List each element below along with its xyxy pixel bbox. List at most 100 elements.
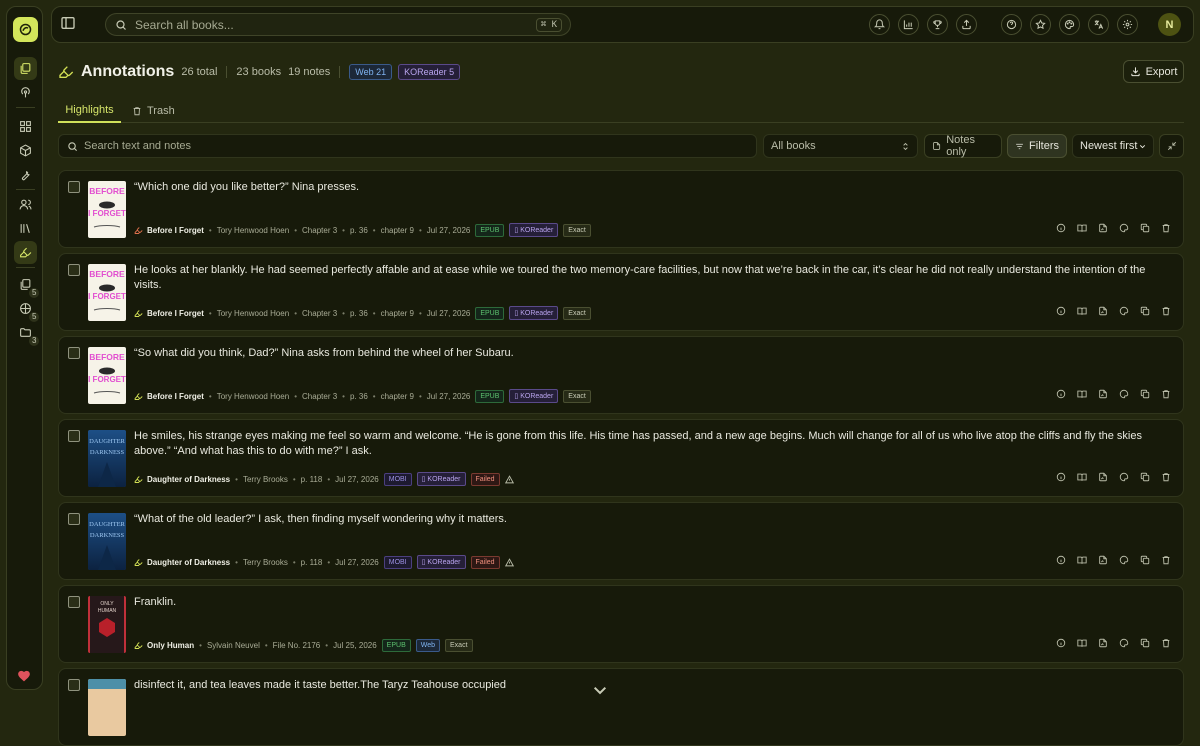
dashboard-icon[interactable] bbox=[14, 115, 37, 138]
export-button[interactable]: Export bbox=[1123, 60, 1184, 83]
books-shelf-icon[interactable] bbox=[14, 217, 37, 240]
wrench-icon[interactable] bbox=[14, 163, 37, 186]
select-checkbox[interactable] bbox=[68, 430, 80, 442]
annotation-card[interactable]: disinfect it, and tea leaves made it tas… bbox=[58, 668, 1184, 746]
palette-icon[interactable] bbox=[1119, 389, 1129, 399]
open-book-icon[interactable] bbox=[1077, 389, 1087, 399]
trash-icon[interactable] bbox=[1161, 306, 1171, 316]
highlighter-icon[interactable] bbox=[14, 241, 37, 264]
info-icon[interactable] bbox=[1056, 638, 1066, 648]
scroll-down-chevron-icon[interactable] bbox=[592, 685, 608, 697]
book-select[interactable]: All books bbox=[763, 134, 918, 158]
select-checkbox[interactable] bbox=[68, 347, 80, 359]
trash-icon[interactable] bbox=[1161, 223, 1171, 233]
highlight-text[interactable]: He smiles, his strange eyes making me fe… bbox=[134, 429, 1174, 459]
star-icon[interactable] bbox=[1030, 14, 1051, 35]
note-icon[interactable] bbox=[1098, 306, 1108, 316]
copy-icon[interactable] bbox=[1140, 638, 1150, 648]
trash-icon[interactable] bbox=[1161, 472, 1171, 482]
sort-select[interactable]: Newest first bbox=[1072, 134, 1154, 158]
select-checkbox[interactable] bbox=[68, 596, 80, 608]
palette-icon[interactable] bbox=[1059, 14, 1080, 35]
translate-icon[interactable] bbox=[1088, 14, 1109, 35]
book-title[interactable]: Daughter of Darkness bbox=[147, 475, 230, 484]
sidebar-toggle-icon[interactable] bbox=[60, 15, 76, 31]
annotation-card[interactable]: DAUGHTER DARKNESS He smiles, his strange… bbox=[58, 419, 1184, 497]
warning-triangle-icon[interactable] bbox=[504, 557, 514, 567]
book-cover[interactable]: BEFORE I FORGET bbox=[88, 181, 126, 238]
box-icon[interactable] bbox=[14, 139, 37, 162]
info-icon[interactable] bbox=[1056, 389, 1066, 399]
book-cover[interactable]: BEFORE I FORGET bbox=[88, 347, 126, 404]
select-checkbox[interactable] bbox=[68, 264, 80, 276]
notes-only-toggle[interactable]: Notes only bbox=[924, 134, 1002, 158]
book-cover[interactable] bbox=[88, 679, 126, 736]
trash-icon[interactable] bbox=[1161, 638, 1171, 648]
book-title[interactable]: Before I Forget bbox=[147, 309, 204, 318]
user-avatar[interactable]: N bbox=[1158, 13, 1181, 36]
select-checkbox[interactable] bbox=[68, 513, 80, 525]
tab-highlights[interactable]: Highlights bbox=[58, 98, 121, 123]
global-search-input[interactable]: Search all books... ⌘ K bbox=[105, 13, 571, 36]
heart-icon[interactable] bbox=[17, 669, 31, 682]
book-title[interactable]: Daughter of Darkness bbox=[147, 558, 230, 567]
palette-icon[interactable] bbox=[1119, 306, 1129, 316]
info-icon[interactable] bbox=[1056, 472, 1066, 482]
note-icon[interactable] bbox=[1098, 638, 1108, 648]
note-icon[interactable] bbox=[1098, 472, 1108, 482]
book-cover[interactable]: DAUGHTER DARKNESS bbox=[88, 513, 126, 570]
tab-trash[interactable]: Trash bbox=[132, 98, 175, 123]
annotation-search-input[interactable]: Search text and notes bbox=[58, 134, 757, 158]
book-cover[interactable]: ONLY HUMAN bbox=[88, 596, 126, 653]
highlight-text[interactable]: He looks at her blankly. He had seemed p… bbox=[134, 263, 1174, 293]
highlight-text[interactable]: “So what did you think, Dad?” Nina asks … bbox=[134, 346, 1174, 361]
open-book-icon[interactable] bbox=[1077, 638, 1087, 648]
notifications-bell-icon[interactable] bbox=[869, 14, 890, 35]
book-title[interactable]: Only Human bbox=[147, 641, 194, 650]
podcast-icon[interactable] bbox=[14, 81, 37, 104]
open-book-icon[interactable] bbox=[1077, 223, 1087, 233]
book-title[interactable]: Before I Forget bbox=[147, 226, 204, 235]
annotation-card[interactable]: ONLY HUMAN Franklin. Only Human • Sylvain N… bbox=[58, 585, 1184, 663]
collapse-button[interactable] bbox=[1159, 134, 1184, 158]
annotation-card[interactable]: BEFORE I FORGET He looks at her blankly.… bbox=[58, 253, 1184, 331]
note-icon[interactable] bbox=[1098, 555, 1108, 565]
highlight-text[interactable]: “Which one did you like better?” Nina pr… bbox=[134, 180, 1174, 195]
open-book-icon[interactable] bbox=[1077, 555, 1087, 565]
copy-icon[interactable] bbox=[1140, 472, 1150, 482]
trash-icon[interactable] bbox=[1161, 389, 1171, 399]
book-title[interactable]: Before I Forget bbox=[147, 392, 204, 401]
users-icon[interactable] bbox=[14, 193, 37, 216]
highlight-text[interactable]: disinfect it, and tea leaves made it tas… bbox=[134, 678, 1174, 693]
book-cover[interactable]: BEFORE I FORGET bbox=[88, 264, 126, 321]
help-icon[interactable] bbox=[1001, 14, 1022, 35]
filters-button[interactable]: Filters bbox=[1007, 134, 1067, 158]
stats-chart-icon[interactable] bbox=[898, 14, 919, 35]
library-stack-icon[interactable] bbox=[14, 57, 37, 80]
info-icon[interactable] bbox=[1056, 223, 1066, 233]
copy-icon[interactable] bbox=[1140, 223, 1150, 233]
copy-icon[interactable] bbox=[1140, 555, 1150, 565]
annotation-card[interactable]: BEFORE I FORGET “Which one did you like … bbox=[58, 170, 1184, 248]
note-icon[interactable] bbox=[1098, 223, 1108, 233]
settings-gear-icon[interactable] bbox=[1117, 14, 1138, 35]
note-icon[interactable] bbox=[1098, 389, 1108, 399]
open-book-icon[interactable] bbox=[1077, 472, 1087, 482]
upload-icon[interactable] bbox=[956, 14, 977, 35]
open-book-icon[interactable] bbox=[1077, 306, 1087, 316]
app-logo[interactable] bbox=[13, 17, 38, 42]
palette-icon[interactable] bbox=[1119, 555, 1129, 565]
warning-triangle-icon[interactable] bbox=[504, 474, 514, 484]
select-checkbox[interactable] bbox=[68, 181, 80, 193]
trash-icon[interactable] bbox=[1161, 555, 1171, 565]
palette-icon[interactable] bbox=[1119, 472, 1129, 482]
annotation-card[interactable]: DAUGHTER DARKNESS “What of the old leade… bbox=[58, 502, 1184, 580]
info-icon[interactable] bbox=[1056, 555, 1066, 565]
highlight-text[interactable]: “What of the old leader?” I ask, then fi… bbox=[134, 512, 1174, 527]
trophy-icon[interactable] bbox=[927, 14, 948, 35]
book-cover[interactable]: DAUGHTER DARKNESS bbox=[88, 430, 126, 487]
highlight-text[interactable]: Franklin. bbox=[134, 595, 1174, 610]
info-icon[interactable] bbox=[1056, 306, 1066, 316]
copy-icon[interactable] bbox=[1140, 389, 1150, 399]
palette-icon[interactable] bbox=[1119, 223, 1129, 233]
